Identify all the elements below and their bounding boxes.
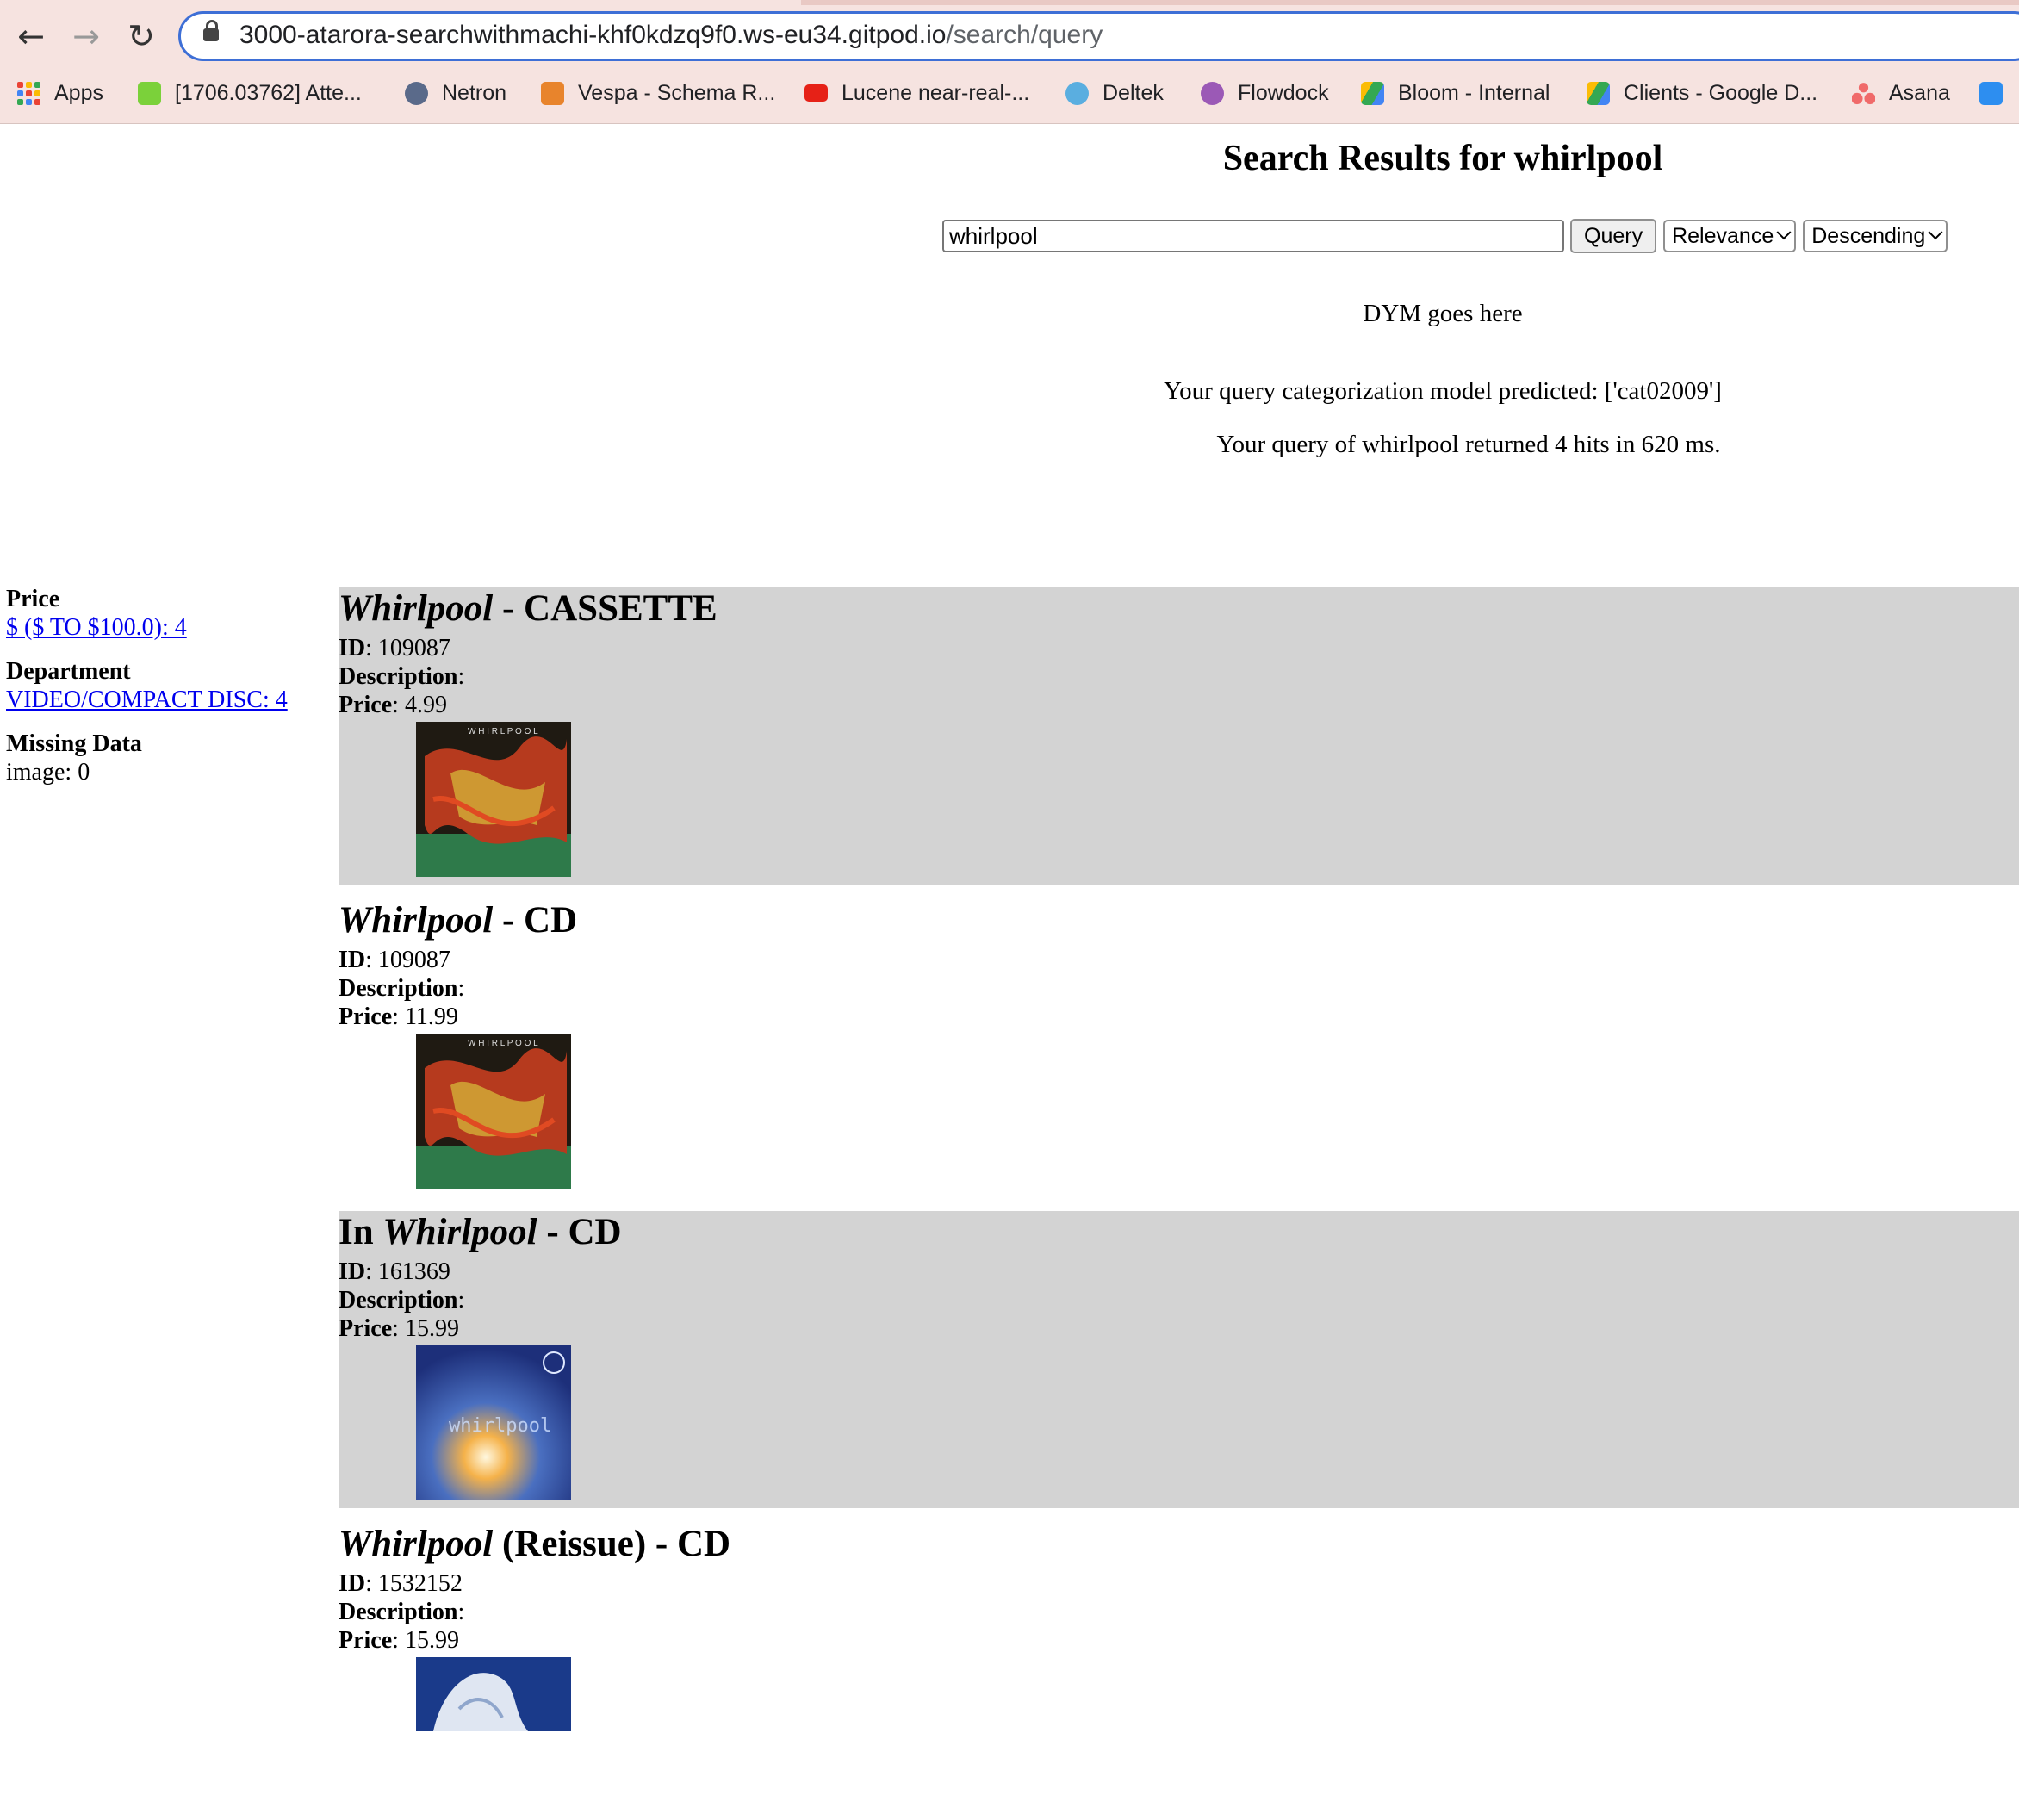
svg-text:W H I R L P O O L: W H I R L P O O L (468, 1039, 538, 1048)
lock-icon[interactable] (203, 20, 219, 41)
sort-field-select[interactable]: Relevance (1663, 220, 1797, 252)
result-item: Whirlpool (Reissue) - CD ID: 1532152 Des… (339, 1523, 2019, 1820)
bookmark-q[interactable] (1979, 74, 2003, 112)
sort-field-value: Relevance (1672, 223, 1774, 248)
search-page: Search Results for whirlpool Query Relev… (0, 124, 2019, 1731)
smiley-icon (138, 81, 161, 105)
bookmark-vespa[interactable]: Vespa - Schema R... (541, 74, 775, 112)
vespa-icon (541, 81, 564, 105)
result-id: 109087 (377, 947, 450, 973)
search-input[interactable] (942, 220, 1564, 252)
result-price: 4.99 (404, 692, 447, 718)
result-price: 15.99 (404, 1627, 459, 1654)
result-fields: ID: 109087 Description: Price: 11.99 (339, 947, 465, 1030)
bookmark-clients[interactable]: Clients - Google D... (1587, 74, 1817, 112)
apps-grid-icon (17, 81, 40, 105)
search-form: Query Relevance Descending (942, 219, 1948, 253)
youtube-icon (804, 84, 828, 102)
google-drive-icon (1587, 81, 1610, 105)
sort-order-value: Descending (1811, 223, 1926, 248)
result-id: 1532152 (377, 1570, 463, 1597)
bookmark-label: Clients - Google D... (1624, 80, 1818, 105)
bookmark-label: Vespa - Schema R... (578, 80, 776, 105)
bookmark-netron[interactable]: Netron (405, 74, 506, 112)
bookmark-apps[interactable]: Apps (17, 74, 103, 112)
tab-strip (0, 0, 2019, 5)
result-title[interactable]: In Whirlpool - CD (339, 1211, 622, 1254)
bookmark-asana[interactable]: Asana (1852, 74, 1950, 112)
album-cover-image[interactable] (416, 1657, 571, 1731)
bookmark-label: [1706.03762] Atte... (175, 80, 362, 105)
bookmark-label: Asana (1889, 80, 1950, 105)
result-id: 161369 (377, 1258, 450, 1285)
bookmark-label: Lucene near-real-... (842, 80, 1030, 105)
active-tab[interactable] (0, 0, 801, 5)
result-fields: ID: 109087 Description: Price: 4.99 (339, 635, 465, 718)
album-cover-image[interactable]: whirlpool (416, 1345, 571, 1500)
categorization-text: Your query categorization model predicte… (1164, 377, 1722, 405)
svg-text:whirlpool: whirlpool (449, 1415, 551, 1437)
album-cover-image[interactable]: W H I R L P O O L (416, 722, 571, 877)
result-price: 11.99 (404, 1003, 458, 1030)
album-cover-image[interactable]: W H I R L P O O L (416, 1034, 571, 1189)
asana-icon (1852, 81, 1875, 105)
bookmark-lucene[interactable]: Lucene near-real-... (804, 74, 1029, 112)
address-bar[interactable]: 3000-atarora-searchwithmachi-khf0kdzq9f0… (178, 11, 2019, 61)
bookmark-label: Apps (54, 80, 103, 105)
result-title[interactable]: Whirlpool - CASSETTE (339, 587, 718, 630)
result-title[interactable]: Whirlpool - CD (339, 899, 577, 942)
facets-sidebar: Price $ ($ TO $100.0): 4 Department VIDE… (6, 585, 316, 786)
q-icon (1979, 81, 2003, 105)
browser-chrome: ← → ↻ 3000-atarora-searchwithmachi-khf0k… (0, 0, 2019, 123)
forward-arrow-icon[interactable]: → (62, 12, 110, 60)
facet-missing-image: image: 0 (6, 759, 90, 786)
query-button[interactable]: Query (1570, 219, 1657, 253)
result-price: 15.99 (404, 1315, 459, 1342)
google-drive-icon (1361, 81, 1384, 105)
bookmark-label: Deltek (1103, 80, 1164, 105)
facet-link-department[interactable]: VIDEO/COMPACT DISC: 4 (6, 686, 316, 714)
result-fields: ID: 1532152 Description: Price: 15.99 (339, 1570, 465, 1654)
chevron-down-icon (1928, 225, 1943, 240)
flowdock-icon (1201, 81, 1224, 105)
bookmark-arxiv[interactable]: [1706.03762] Atte... (138, 74, 362, 112)
bookmark-deltek[interactable]: Deltek (1065, 74, 1164, 112)
chevron-down-icon (1776, 225, 1792, 240)
netron-icon (405, 81, 428, 105)
bookmark-label: Bloom - Internal (1398, 80, 1550, 105)
bookmark-bloom[interactable]: Bloom - Internal (1361, 74, 1550, 112)
back-arrow-icon[interactable]: ← (7, 12, 55, 60)
result-fields: ID: 161369 Description: Price: 15.99 (339, 1258, 465, 1342)
svg-text:W H I R L P O O L: W H I R L P O O L (468, 727, 538, 736)
bookmark-label: Netron (442, 80, 507, 105)
facet-title-price: Price (6, 586, 60, 612)
result-item: Whirlpool - CASSETTE ID: 109087 Descript… (339, 587, 2019, 885)
page-title: Search Results for whirlpool (1222, 139, 1663, 178)
bookmarks-bar: Apps [1706.03762] Atte... Netron Vespa -… (0, 74, 2019, 112)
deltek-icon (1065, 81, 1089, 105)
facet-title-department: Department (6, 658, 131, 685)
facet-link-price[interactable]: $ ($ TO $100.0): 4 (6, 613, 316, 642)
reload-icon[interactable]: ↻ (117, 12, 165, 60)
bookmark-flowdock[interactable]: Flowdock (1201, 74, 1329, 112)
bookmark-label: Flowdock (1238, 80, 1329, 105)
sort-order-select[interactable]: Descending (1803, 220, 1948, 252)
hits-summary: Your query of whirlpool returned 4 hits … (1216, 431, 1721, 458)
dym-text: DYM goes here (1363, 300, 1523, 327)
result-id: 109087 (377, 635, 450, 662)
facet-title-missing-data: Missing Data (6, 730, 142, 757)
result-item: In Whirlpool - CD ID: 161369 Description… (339, 1211, 2019, 1508)
result-item: Whirlpool - CD ID: 109087 Description: P… (339, 899, 2019, 1196)
result-title[interactable]: Whirlpool (Reissue) - CD (339, 1523, 730, 1566)
url-text[interactable]: 3000-atarora-searchwithmachi-khf0kdzq9f0… (239, 21, 1103, 50)
